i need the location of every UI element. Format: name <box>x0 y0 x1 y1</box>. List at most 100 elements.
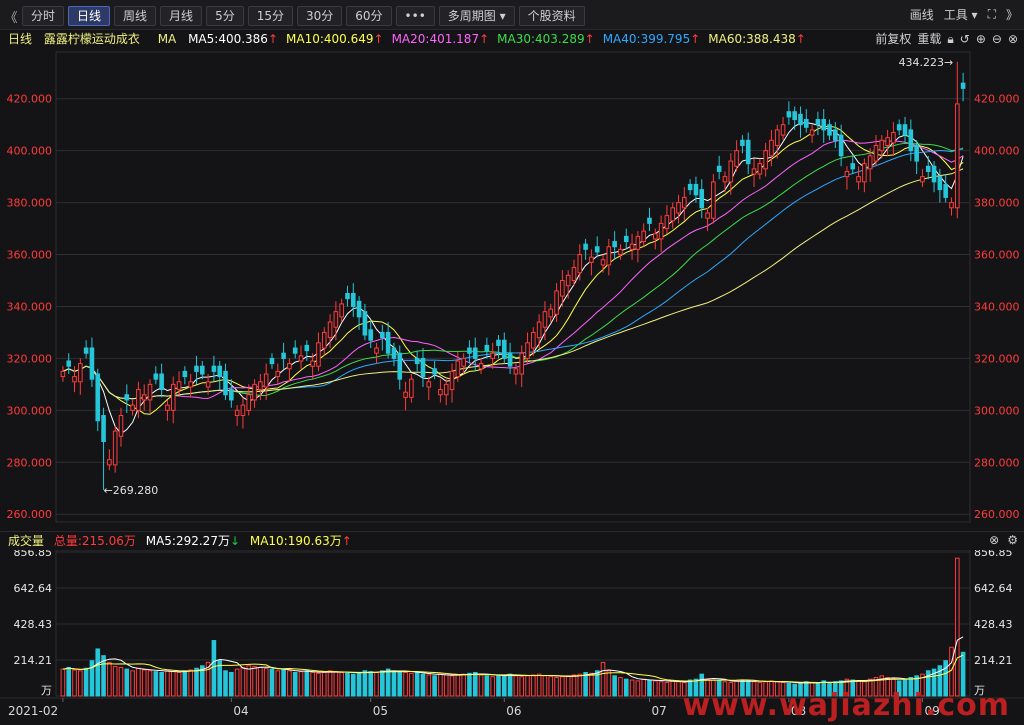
candles <box>60 61 966 491</box>
volume-bar <box>472 671 478 697</box>
volume-bar <box>432 675 437 697</box>
candle <box>403 381 408 411</box>
volume-frame <box>55 549 971 697</box>
candle <box>647 207 652 232</box>
candle <box>682 187 687 221</box>
candle <box>95 368 101 432</box>
candle <box>246 384 252 416</box>
volume-settings-icon[interactable]: ⚙ <box>1007 531 1018 549</box>
volume-bar <box>443 674 449 697</box>
candle-body <box>751 168 757 175</box>
candle-body <box>252 383 257 401</box>
candle-body <box>618 248 623 256</box>
candle <box>350 283 356 317</box>
candle-body <box>925 165 931 172</box>
candle-body <box>902 124 908 136</box>
ma-line-MA40 <box>62 147 964 400</box>
volume-bar <box>525 675 530 697</box>
volume-bar <box>356 671 362 697</box>
volume-bar <box>107 661 112 697</box>
y-tick-label: 380.000 <box>7 197 53 210</box>
volume-bar <box>449 675 455 697</box>
candle-body <box>136 389 141 411</box>
candle-body <box>298 355 304 362</box>
candle <box>652 228 658 250</box>
candle-body <box>577 254 583 274</box>
candle-body <box>734 150 739 167</box>
candle-body <box>438 389 443 396</box>
volume-bar <box>130 670 135 697</box>
candle-body <box>676 202 681 214</box>
candle <box>583 238 588 260</box>
candle-body <box>170 383 176 411</box>
candle-body <box>176 381 182 391</box>
candle-body <box>722 176 728 183</box>
candle-body <box>478 363 484 370</box>
candle-body <box>560 280 565 297</box>
candlestick-chart[interactable]: 260.000 260.000 280.000 280.000 300.000 300.0… <box>0 0 1024 725</box>
volume-bar <box>536 673 542 697</box>
volume-bar <box>176 671 182 697</box>
candle-body <box>420 357 426 378</box>
candle-body <box>850 163 856 170</box>
y-tick-label-right: 320.000 <box>974 352 1020 365</box>
candle-body <box>583 243 588 250</box>
candle <box>862 158 867 193</box>
candle-body <box>484 344 490 352</box>
candle <box>519 345 525 387</box>
candle-body <box>862 163 867 183</box>
volume-bar <box>652 680 658 697</box>
volume-bar <box>124 668 130 697</box>
y-tick-label: 400.000 <box>7 145 53 158</box>
candle <box>687 179 693 195</box>
candle <box>821 109 827 143</box>
candle <box>641 223 646 247</box>
volume-bar <box>513 675 519 697</box>
candle-body <box>844 170 850 178</box>
candle <box>449 363 455 403</box>
volume-bar <box>954 557 960 697</box>
candle-body <box>699 189 705 209</box>
volume-tick-label-right: 642.64 <box>974 582 1013 595</box>
candle <box>629 233 635 260</box>
candle-body <box>153 373 159 380</box>
volume-bar <box>287 670 292 697</box>
price-annotation: 434.223→ <box>899 56 954 69</box>
candle-body <box>838 134 844 157</box>
volume-tick-label: 428.43 <box>14 618 53 631</box>
candle <box>896 119 902 136</box>
volume-bar <box>66 666 72 697</box>
volume-bar <box>635 680 641 697</box>
volume-bar <box>83 667 89 697</box>
volume-legend-right: ⊗ ⚙ <box>989 531 1018 549</box>
y-tick-label: 420.000 <box>7 93 53 106</box>
candle-body <box>246 394 252 411</box>
candle <box>850 155 856 175</box>
candle-body <box>827 124 832 136</box>
candle-body <box>519 352 525 375</box>
candle-body <box>879 139 885 152</box>
watermark-text: www.wajiazhi.com <box>682 688 1010 723</box>
candle <box>902 116 908 143</box>
candle-body <box>223 370 228 396</box>
candle-body <box>101 415 106 443</box>
candle <box>833 122 838 149</box>
volume-bar <box>362 670 368 697</box>
candle <box>211 355 217 382</box>
volume-bar <box>583 671 588 697</box>
candle <box>815 111 821 136</box>
candle-body <box>66 360 72 367</box>
candle-body <box>147 383 153 401</box>
volume-close-icon[interactable]: ⊗ <box>989 531 999 549</box>
volume-tick-label-right: 214.21 <box>974 654 1013 667</box>
candle-body <box>531 331 536 349</box>
candle-body <box>118 415 124 437</box>
volume-bar <box>484 675 490 697</box>
candle-body <box>443 383 449 396</box>
candle-body <box>234 409 240 417</box>
candle-body <box>606 246 612 266</box>
volume-bar <box>664 682 670 697</box>
candle <box>751 158 757 188</box>
candle <box>78 358 83 395</box>
candle-body <box>920 176 925 183</box>
